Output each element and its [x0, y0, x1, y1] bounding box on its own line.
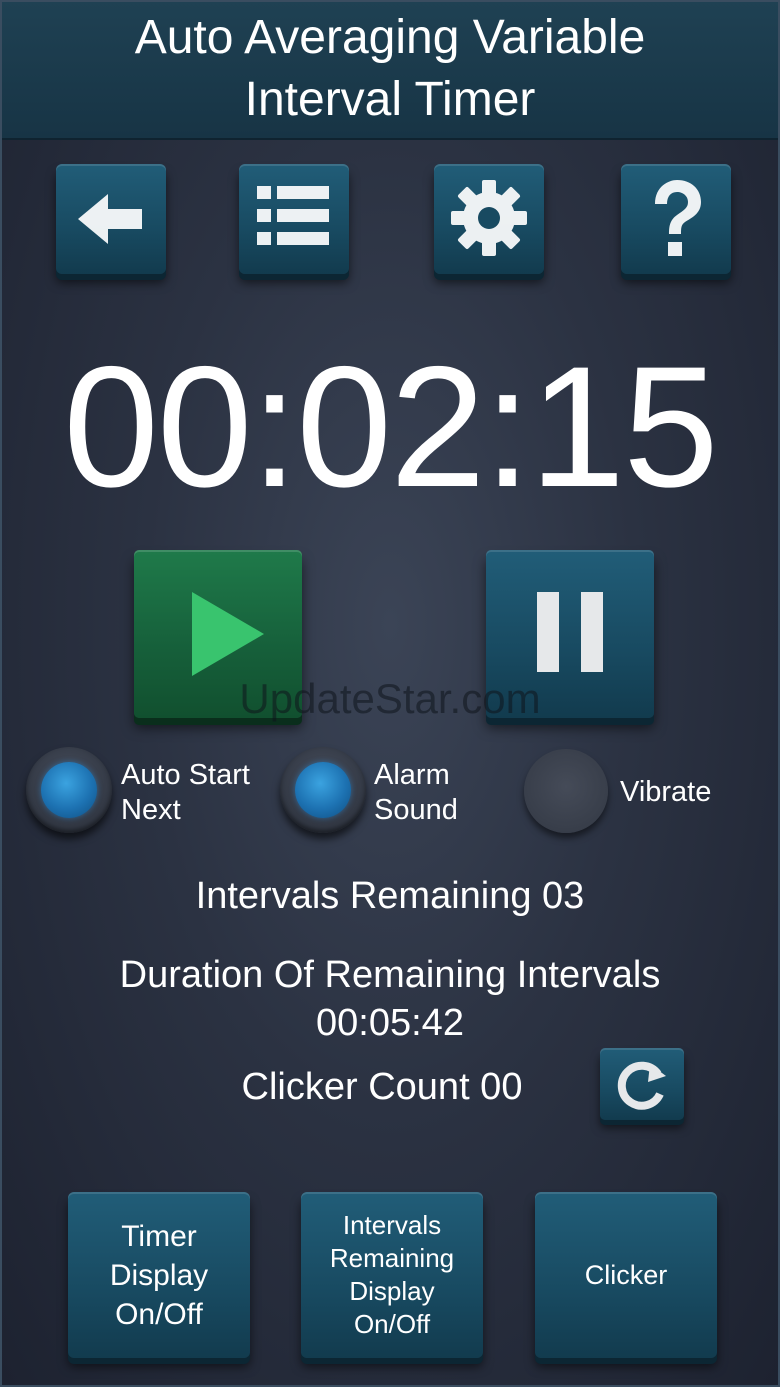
auto-start-label-line-1: Auto Start: [121, 759, 250, 791]
reset-clicker-button[interactable]: [600, 1048, 684, 1120]
timer-display-toggle-label: Timer Display On/Off: [109, 1219, 209, 1331]
timer-display-toggle-button[interactable]: Timer Display On/Off: [68, 1192, 250, 1358]
back-button[interactable]: [56, 164, 166, 274]
duration-label: Duration Of Remaining Intervals: [119, 954, 661, 996]
app-title-line-2: Interval Timer: [244, 73, 536, 126]
watermark-text: UpdateStar.com: [239, 675, 541, 722]
refresh-icon: [617, 1061, 666, 1110]
arrow-left-icon: [78, 194, 142, 244]
clicker-count-text: Clicker Count 00: [241, 1066, 523, 1108]
question-icon: [655, 180, 701, 256]
app-screen: Auto Averaging Variable Interval Timer 0…: [0, 0, 780, 1387]
vibrate-toggle[interactable]: [524, 749, 608, 833]
intervals-remaining-display-toggle-label: Intervals Remaining Display On/Off: [329, 1210, 455, 1339]
settings-button[interactable]: [434, 164, 544, 274]
auto-start-label-line-2: Next: [121, 794, 181, 826]
gear-icon: [451, 180, 527, 256]
intervals-remaining-text: Intervals Remaining 03: [195, 875, 585, 917]
toggle-indicator-on: [41, 762, 97, 818]
help-button[interactable]: [621, 164, 731, 274]
list-button[interactable]: [239, 164, 349, 274]
duration-value: 00:05:42: [316, 1002, 464, 1044]
alarm-sound-toggle[interactable]: [280, 747, 366, 833]
toggle-indicator-on: [295, 762, 351, 818]
alarm-sound-label-line-1: Alarm: [374, 759, 450, 791]
auto-start-next-toggle[interactable]: [26, 747, 112, 833]
timer-display: 00:02:15: [63, 331, 719, 523]
clicker-button[interactable]: Clicker: [535, 1192, 717, 1358]
app-title-line-1: Auto Averaging Variable: [134, 11, 646, 64]
clicker-button-label: Clicker: [584, 1259, 668, 1290]
title-bar: Auto Averaging Variable Interval Timer: [2, 2, 778, 140]
list-icon: [257, 186, 329, 245]
intervals-remaining-display-toggle-button[interactable]: Intervals Remaining Display On/Off: [301, 1192, 483, 1358]
alarm-sound-label-line-2: Sound: [374, 794, 458, 826]
vibrate-label: Vibrate: [620, 776, 712, 808]
